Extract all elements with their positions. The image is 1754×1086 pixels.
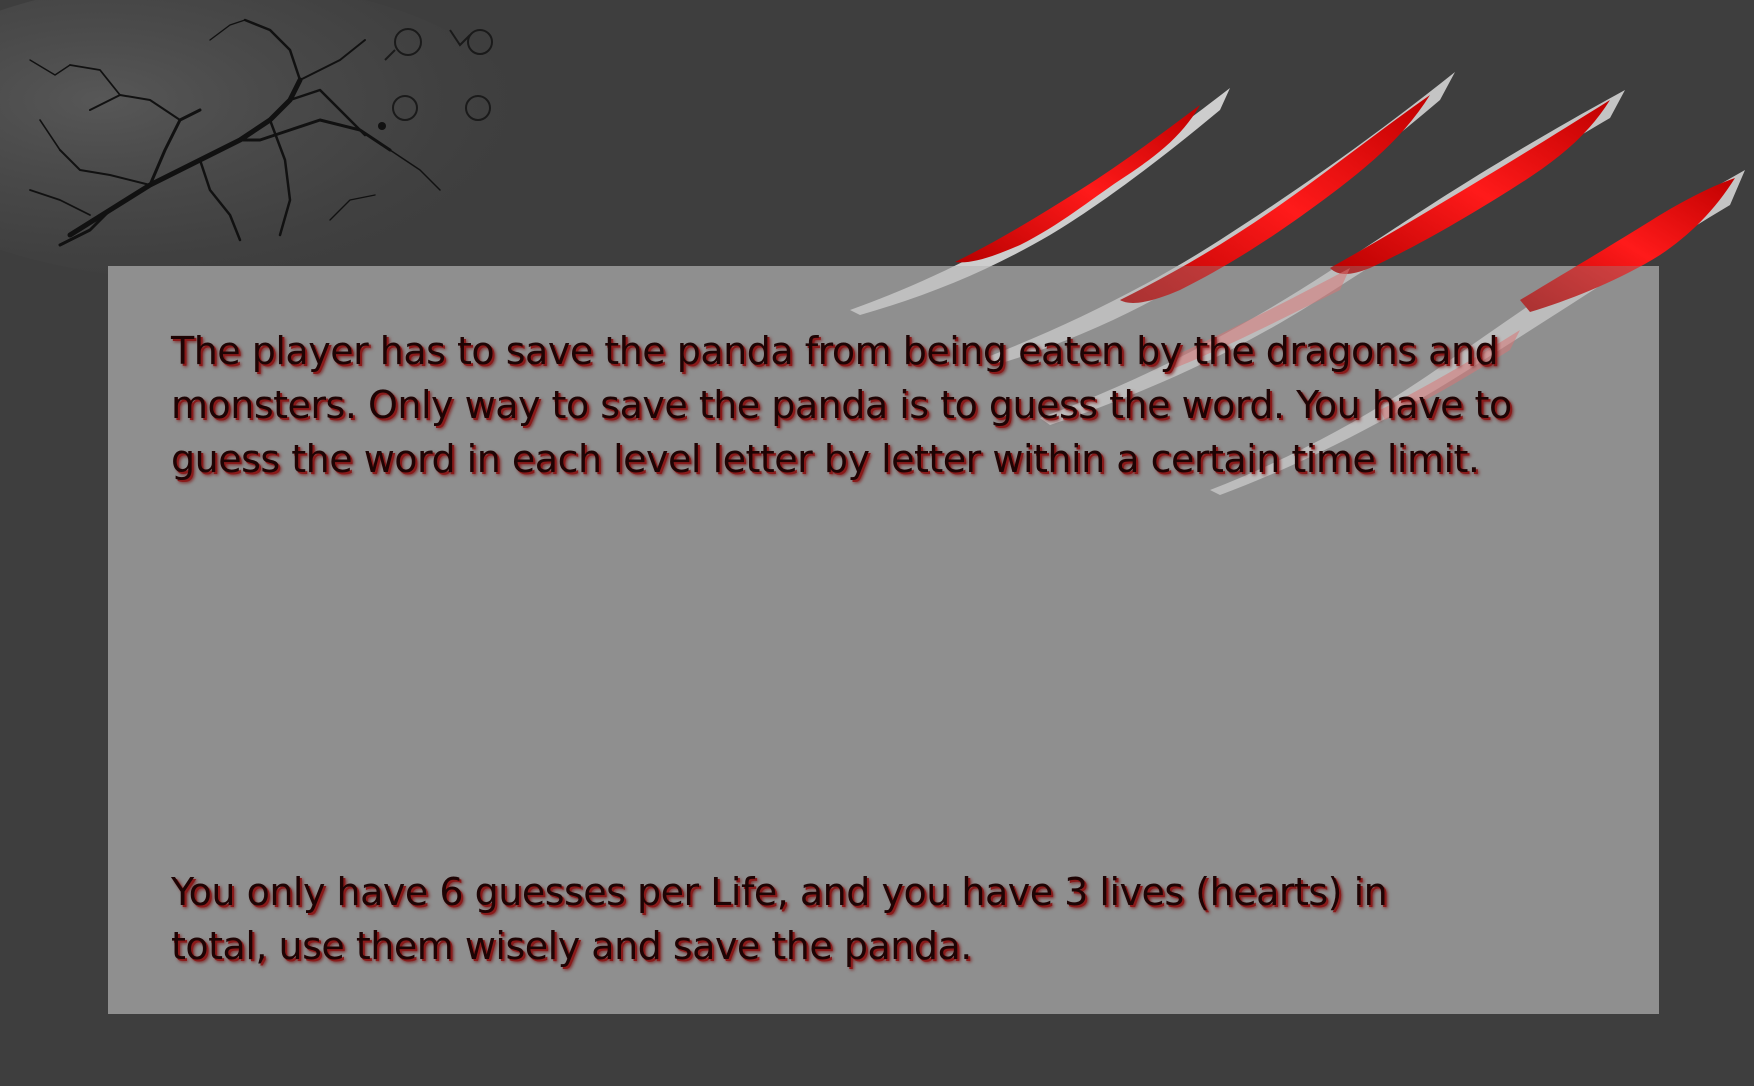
instructions-paragraph-1: The player has to save the panda from be… (171, 329, 1512, 481)
instructions-paragraph-2: You only have 6 guesses per Life, and yo… (171, 870, 1388, 968)
instructions-screen: { "instructions": { "paragraph_1": "The … (0, 0, 1754, 1086)
